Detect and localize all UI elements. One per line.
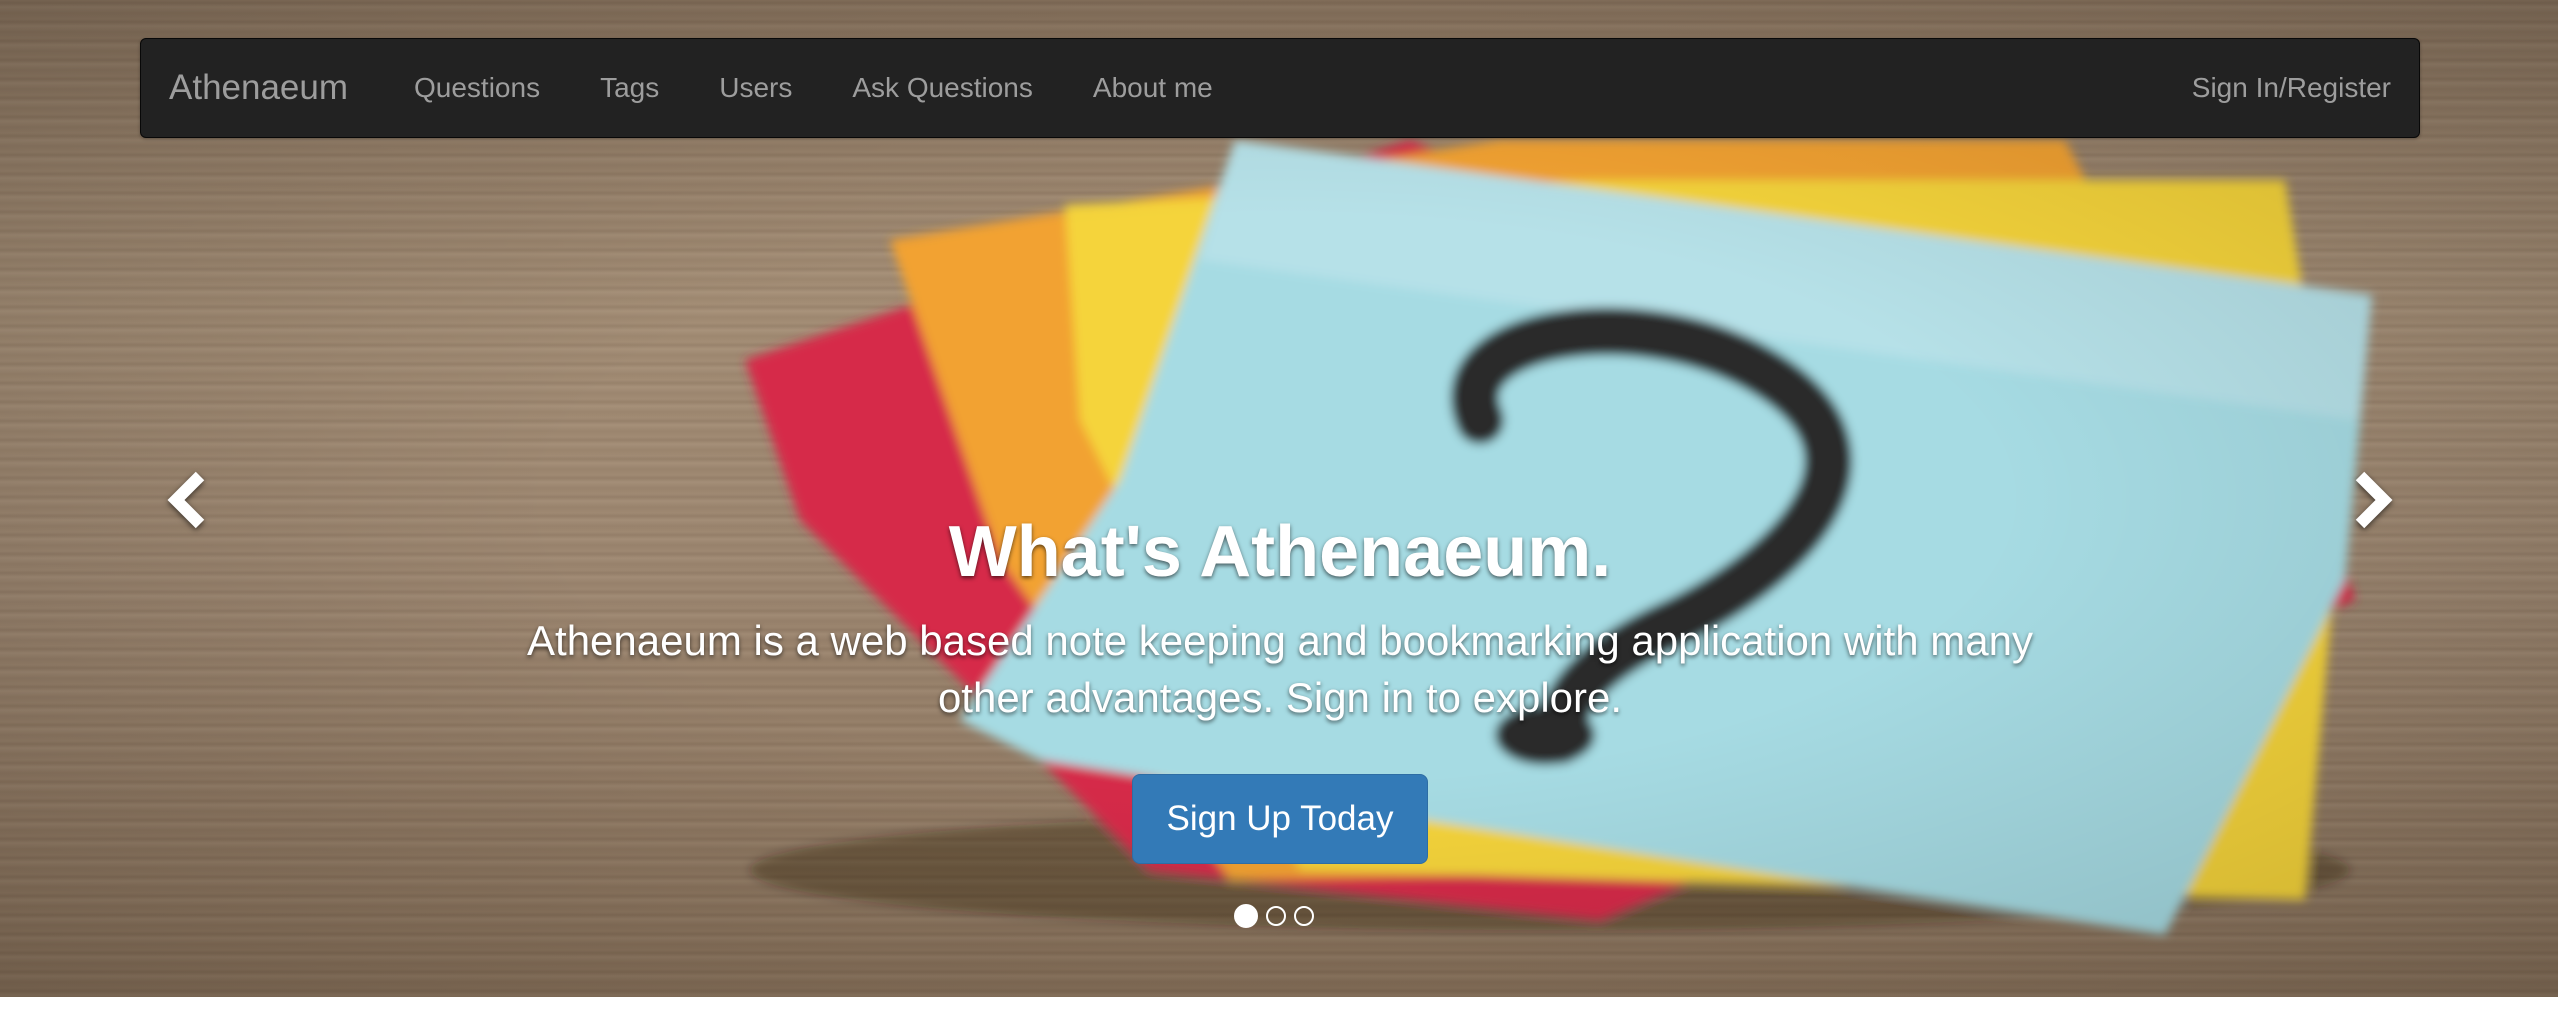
carousel-indicator-1[interactable] — [1234, 904, 1258, 928]
nav-link-tags[interactable]: Tags — [570, 39, 689, 137]
nav-link-ask-questions[interactable]: Ask Questions — [822, 39, 1063, 137]
carousel-indicator-2[interactable] — [1266, 906, 1286, 926]
slide-description: Athenaeum is a web based note keeping an… — [527, 617, 2033, 721]
sign-in-register-link[interactable]: Sign In/Register — [2192, 39, 2391, 137]
carousel-prev-button[interactable] — [158, 455, 218, 545]
carousel-indicators — [1234, 904, 1314, 928]
brand-link[interactable]: Athenaeum — [169, 39, 348, 137]
sign-up-button[interactable]: Sign Up Today — [1132, 774, 1428, 864]
carousel-next-button[interactable] — [2342, 455, 2402, 545]
carousel-indicator-3[interactable] — [1294, 906, 1314, 926]
nav-link-about-me[interactable]: About me — [1063, 39, 1243, 137]
nav-link-questions[interactable]: Questions — [414, 39, 570, 137]
slide-heading: What's Athenaeum. — [948, 512, 1612, 592]
chevron-left-icon — [167, 471, 205, 529]
nav-link-users[interactable]: Users — [689, 39, 822, 137]
nav-links: Questions Tags Users Ask Questions About… — [414, 39, 1243, 137]
chevron-right-icon — [2355, 471, 2393, 529]
hero-carousel: What's Athenaeum. Athenaeum is a web bas… — [0, 0, 2558, 997]
carousel-caption: What's Athenaeum. Athenaeum is a web bas… — [480, 500, 2080, 864]
top-navbar: Athenaeum Questions Tags Users Ask Quest… — [140, 38, 2420, 138]
